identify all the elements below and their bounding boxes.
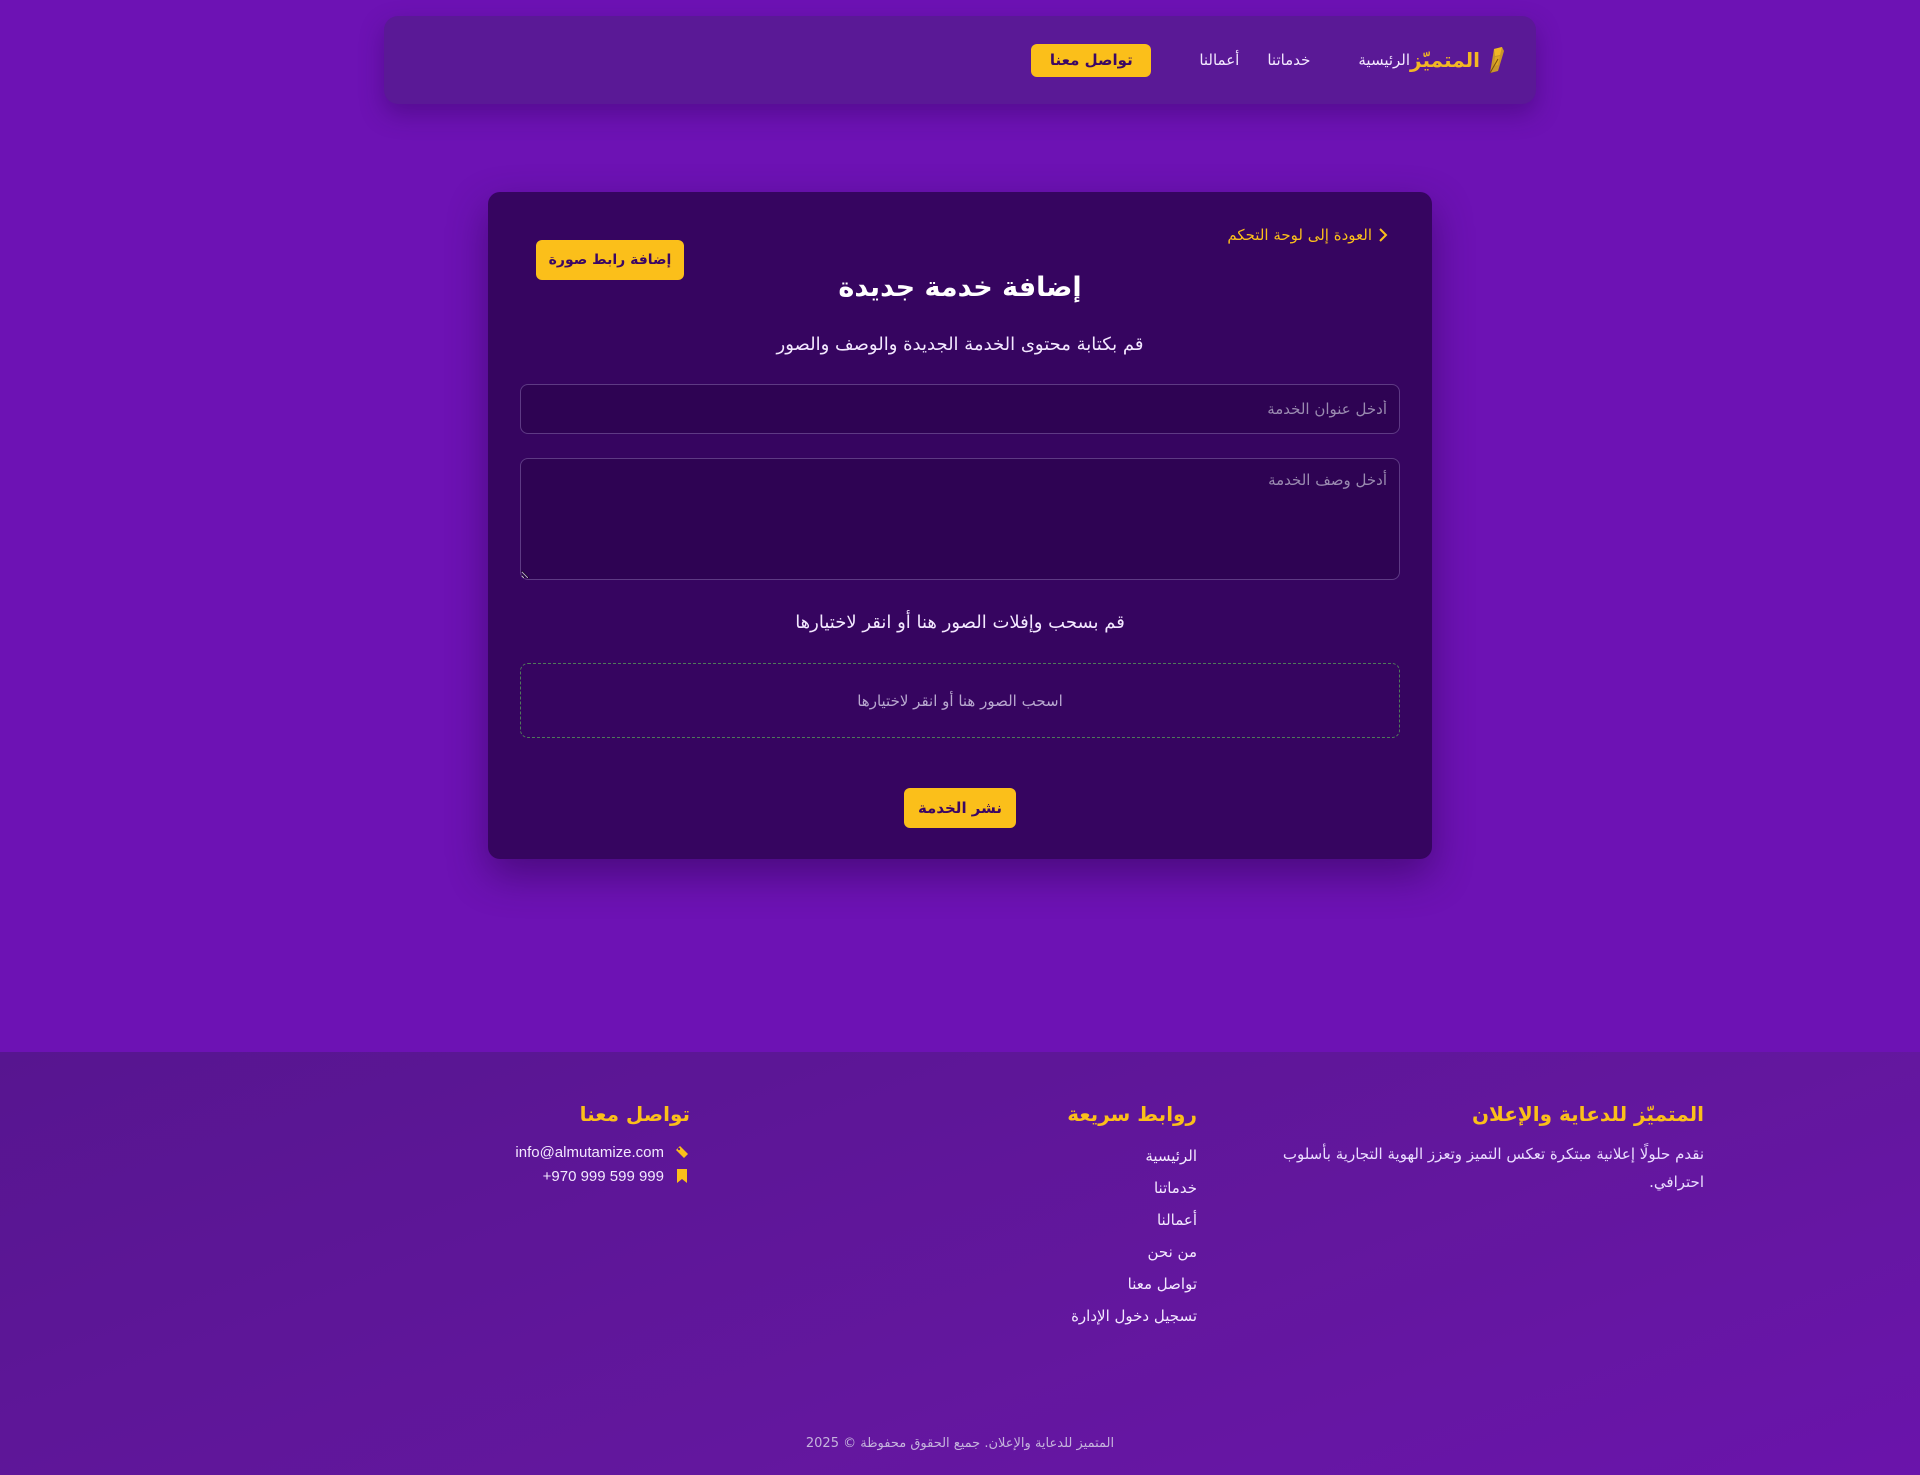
footer-contact-title: تواصل معنا	[579, 1102, 690, 1126]
add-service-card: العودة إلى لوحة التحكم إضافة رابط صورة إ…	[488, 192, 1432, 859]
image-drop-zone[interactable]: اسحب الصور هنا أو انقر لاختيارها	[520, 663, 1400, 738]
footer-quick-links: روابط سريعة الرئيسية خدماتنا أعمالنا من …	[897, 1102, 1197, 1332]
footer-link-contact[interactable]: تواصل معنا	[897, 1268, 1197, 1300]
footer-phone[interactable]: +970 999 599 999	[543, 1168, 664, 1185]
footer-link-home[interactable]: الرئيسية	[897, 1140, 1197, 1172]
nav-link-services[interactable]: خدماتنا	[1267, 51, 1310, 69]
service-title-input[interactable]	[520, 384, 1400, 434]
copyright: المتميز للدعاية والإعلان. جميع الحقوق مح…	[805, 1436, 1115, 1451]
drop-zone-label: اسحب الصور هنا أو انقر لاختيارها	[857, 691, 1063, 710]
nav-contact-button[interactable]: تواصل معنا	[1031, 43, 1152, 77]
chevron-right-icon	[1379, 228, 1388, 242]
footer-links-list: الرئيسية خدماتنا أعمالنا من نحن تواصل مع…	[897, 1140, 1197, 1332]
footer-contact: تواصل معنا info@almutamize.com +970 999 …	[390, 1102, 690, 1188]
footer-link-admin-login[interactable]: تسجيل دخول الإدارة	[897, 1300, 1197, 1332]
page-subtitle: قم بكتابة محتوى الخدمة الجديدة والوصف وا…	[776, 334, 1144, 355]
nav-link-works[interactable]: أعمالنا	[1199, 51, 1239, 69]
footer-link-services[interactable]: خدماتنا	[897, 1172, 1197, 1204]
footer-about: المتميّز للدعاية والإعلان نقدم حلولًا إع…	[1244, 1102, 1704, 1196]
quill-pen-icon	[1489, 47, 1504, 74]
nav-link-home[interactable]: الرئيسية	[1358, 51, 1410, 69]
footer-link-about[interactable]: من نحن	[897, 1236, 1198, 1268]
bookmark-icon	[677, 1169, 687, 1183]
footer-phone-row: +970 999 599 999	[390, 1164, 690, 1188]
footer-email[interactable]: info@almutamize.com	[515, 1144, 664, 1161]
service-description-input[interactable]	[520, 458, 1400, 580]
footer-about-text: نقدم حلولًا إعلانية مبتكرة تعكس التميز و…	[1282, 1145, 1704, 1191]
footer-about-title: المتميّز للدعاية والإعلان	[1471, 1102, 1704, 1126]
publish-service-button[interactable]: نشر الخدمة	[904, 788, 1016, 828]
page-title: إضافة خدمة جديدة	[838, 272, 1082, 303]
back-link-label: العودة إلى لوحة التحكم	[1227, 226, 1372, 244]
tag-icon	[676, 1146, 688, 1158]
nav-links-group: الرئيسية خدماتنا أعمالنا	[1199, 51, 1410, 69]
brand-logo[interactable]: المتميّز	[1410, 45, 1508, 75]
navbar: المتميّز الرئيسية خدماتنا أعمالنا تواصل …	[384, 16, 1536, 104]
footer-links-title: روابط سريعة	[1067, 1102, 1197, 1126]
footer-email-row: info@almutamize.com	[390, 1140, 690, 1164]
image-drop-heading: قم بسحب وإفلات الصور هنا أو انقر لاختيار…	[795, 612, 1125, 633]
back-to-dashboard-link[interactable]: العودة إلى لوحة التحكم	[1227, 226, 1388, 244]
brand-name: المتميّز	[1410, 48, 1480, 72]
footer: المتميّز للدعاية والإعلان نقدم حلولًا إع…	[0, 1052, 1920, 1475]
main-nav: الرئيسية خدماتنا أعمالنا تواصل معنا	[1031, 43, 1410, 77]
footer-link-works[interactable]: أعمالنا	[897, 1204, 1197, 1236]
